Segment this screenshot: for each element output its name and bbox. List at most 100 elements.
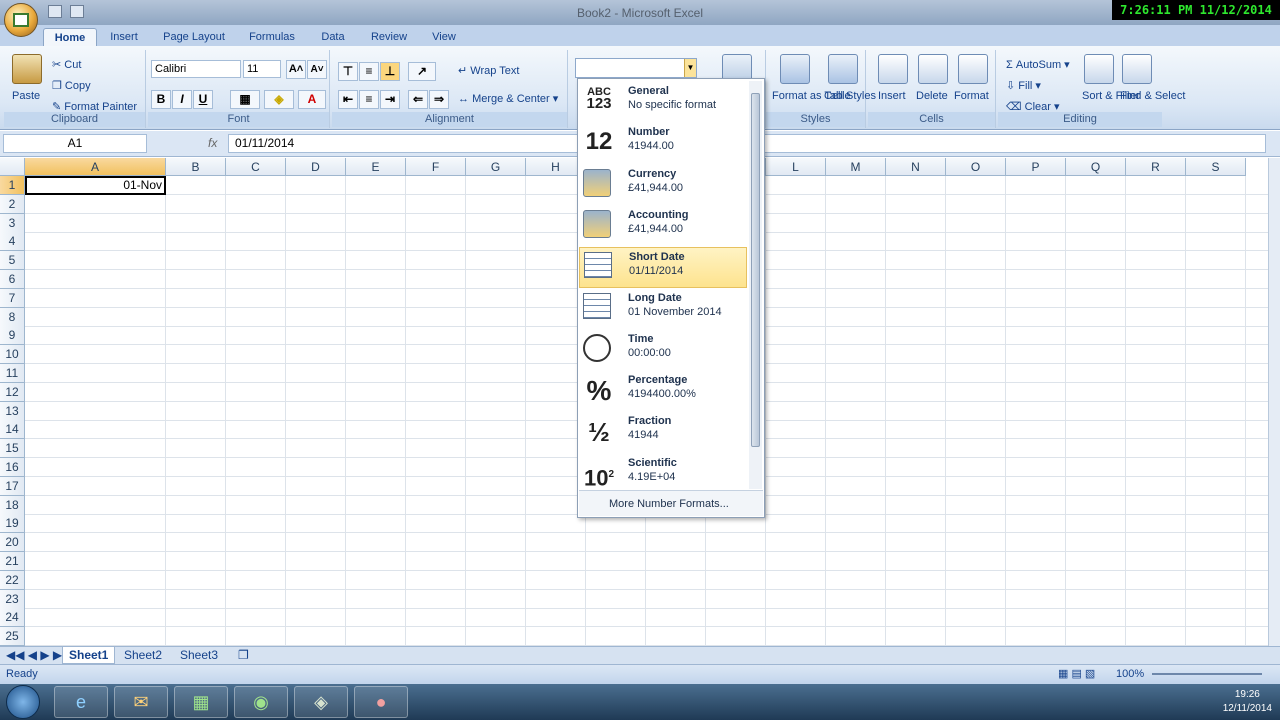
insert-cells-button[interactable]: Insert — [878, 90, 906, 102]
zoom-level[interactable]: 100% — [1116, 668, 1144, 680]
windows-start-icon[interactable] — [6, 685, 40, 719]
align-center-icon[interactable]: ≡ — [359, 90, 379, 109]
recorder-icon[interactable]: ● — [354, 686, 408, 718]
dropdown-scroll-thumb[interactable] — [751, 93, 760, 447]
tab-view[interactable]: View — [426, 28, 462, 47]
number-format-select[interactable]: ▼ — [575, 58, 697, 78]
merge-center-button[interactable]: ↔ Merge & Center ▾ — [458, 92, 558, 105]
tab-insert[interactable]: Insert — [102, 28, 146, 47]
tab-page-layout[interactable]: Page Layout — [158, 28, 230, 47]
format-option-accounting[interactable]: Accounting £41,944.00 — [579, 206, 747, 247]
row-header[interactable]: 15 — [0, 439, 25, 459]
zoom-slider[interactable] — [1152, 673, 1262, 675]
row-header[interactable]: 24 — [0, 608, 25, 628]
row-header[interactable]: 23 — [0, 589, 25, 609]
font-family-select[interactable]: Calibri — [151, 60, 241, 78]
excel-taskbar-icon[interactable]: ▦ — [174, 686, 228, 718]
format-option-short-date[interactable]: Short Date 01/11/2014 — [579, 247, 747, 289]
system-tray[interactable]: 19:26 12/11/2014 — [1223, 688, 1272, 716]
insert-cells-icon[interactable] — [878, 54, 908, 84]
format-option-currency[interactable]: Currency £41,944.00 — [579, 165, 747, 206]
camtasia-icon[interactable]: ◉ — [234, 686, 288, 718]
tab-review[interactable]: Review — [364, 28, 414, 47]
row-header[interactable]: 18 — [0, 495, 25, 515]
column-header[interactable]: L — [766, 158, 826, 176]
column-header[interactable]: B — [166, 158, 226, 176]
cell-styles-icon[interactable] — [828, 54, 858, 84]
row-header[interactable]: 12 — [0, 382, 25, 402]
row-header[interactable]: 5 — [0, 251, 25, 271]
app-icon[interactable]: ◈ — [294, 686, 348, 718]
cut-button[interactable]: ✂ Cut — [52, 58, 81, 71]
row-header[interactable]: 11 — [0, 364, 25, 383]
vertical-scrollbar[interactable] — [1268, 158, 1280, 646]
row-header[interactable]: 16 — [0, 458, 25, 477]
grow-font-icon[interactable]: A˄ — [286, 60, 306, 79]
format-option-time[interactable]: Time 00:00:00 — [579, 330, 747, 371]
column-header[interactable]: R — [1126, 158, 1186, 176]
row-header[interactable]: 10 — [0, 345, 25, 365]
format-table-icon[interactable] — [780, 54, 810, 84]
font-color-icon[interactable]: A — [298, 90, 326, 109]
column-header[interactable]: O — [946, 158, 1006, 176]
dropdown-scrollbar[interactable] — [749, 81, 762, 489]
format-option-scientific[interactable]: 102 Scientific 4.19E+04 — [579, 454, 747, 495]
column-header[interactable]: Q — [1066, 158, 1126, 176]
find-select-button[interactable]: Find & Select — [1120, 90, 1185, 102]
mail-icon[interactable]: ✉ — [114, 686, 168, 718]
column-header[interactable]: S — [1186, 158, 1246, 176]
insert-function-icon[interactable]: fx — [208, 136, 217, 150]
delete-cells-button[interactable]: Delete — [916, 90, 948, 102]
row-header[interactable]: 13 — [0, 401, 25, 421]
column-header[interactable]: N — [886, 158, 946, 176]
fill-color-icon[interactable]: ◈ — [264, 90, 294, 109]
fill-button[interactable]: ⇩ Fill ▾ — [1006, 79, 1041, 92]
internet-explorer-icon[interactable]: e — [54, 686, 108, 718]
format-option-fraction[interactable]: ½ Fraction 41944 — [579, 412, 747, 453]
row-header[interactable]: 14 — [0, 420, 25, 440]
delete-cells-icon[interactable] — [918, 54, 948, 84]
cell-a1[interactable]: 01-Nov — [25, 176, 166, 195]
row-header[interactable]: 21 — [0, 552, 25, 571]
align-middle-icon[interactable]: ≡ — [359, 62, 379, 81]
more-number-formats-link[interactable]: More Number Formats... — [579, 490, 763, 516]
sheet-tab-3[interactable]: Sheet3 — [174, 647, 224, 664]
column-header[interactable]: M — [826, 158, 886, 176]
column-header[interactable]: E — [346, 158, 406, 176]
format-option-general[interactable]: ABC 123 General No specific format — [579, 82, 747, 123]
column-header[interactable]: A — [25, 158, 166, 176]
decrease-indent-icon[interactable]: ⇐ — [408, 90, 428, 109]
shrink-font-icon[interactable]: A˅ — [307, 60, 327, 79]
row-header[interactable]: 6 — [0, 270, 25, 289]
orientation-icon[interactable]: ↗ — [408, 62, 436, 81]
row-header[interactable]: 9 — [0, 326, 25, 346]
view-buttons-icon[interactable]: ▦ ▤ ▧ — [1058, 667, 1095, 680]
italic-button[interactable]: I — [172, 90, 192, 109]
column-header[interactable]: P — [1006, 158, 1066, 176]
borders-icon[interactable]: ▦ — [230, 90, 260, 109]
align-bottom-icon[interactable]: ⊥ — [380, 62, 400, 81]
format-option-percentage[interactable]: % Percentage 4194400.00% — [579, 371, 747, 412]
paste-button[interactable]: Paste — [12, 90, 40, 102]
name-box[interactable]: A1 — [3, 134, 147, 153]
format-option-number[interactable]: 12 Number 41944.00 — [579, 123, 747, 164]
increase-indent-icon[interactable]: ⇒ — [429, 90, 449, 109]
row-header[interactable]: 25 — [0, 627, 25, 647]
align-right-icon[interactable]: ⇥ — [380, 90, 400, 109]
row-header[interactable]: 20 — [0, 533, 25, 553]
column-header[interactable]: C — [226, 158, 286, 176]
row-header[interactable]: 19 — [0, 514, 25, 534]
row-header[interactable]: 3 — [0, 213, 25, 233]
undo-icon[interactable] — [70, 5, 84, 18]
wrap-text-button[interactable]: ↵ Wrap Text — [458, 64, 519, 77]
binoculars-icon[interactable] — [1122, 54, 1152, 84]
row-header[interactable]: 17 — [0, 476, 25, 496]
copy-button[interactable]: ❐ Copy — [52, 79, 91, 92]
office-button[interactable] — [4, 3, 38, 37]
bold-button[interactable]: B — [151, 90, 171, 109]
format-cells-button[interactable]: Format — [954, 90, 989, 102]
format-option-long-date[interactable]: Long Date 01 November 2014 — [579, 289, 747, 330]
chevron-down-icon[interactable]: ▼ — [684, 59, 696, 77]
column-header[interactable]: D — [286, 158, 346, 176]
save-icon[interactable] — [48, 5, 62, 18]
